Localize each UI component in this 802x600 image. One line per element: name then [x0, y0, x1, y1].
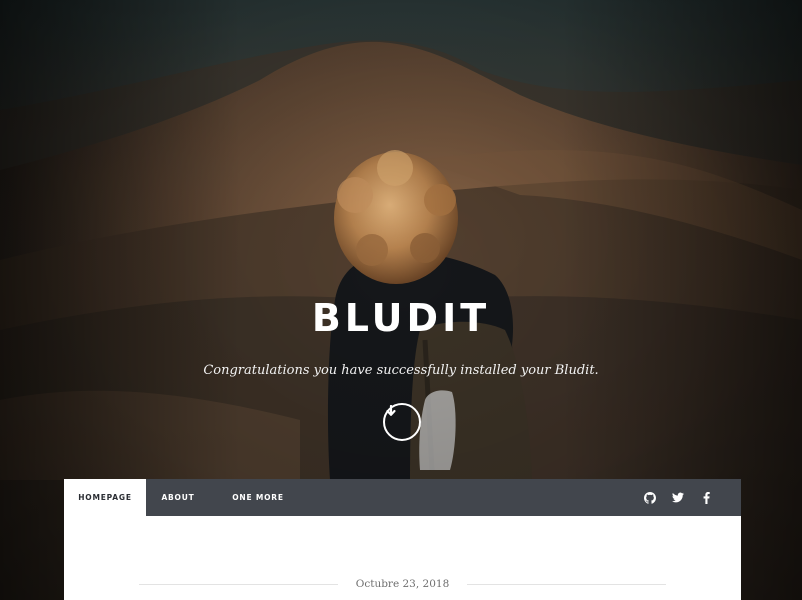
arrow-down-circle-icon: [386, 405, 396, 416]
social-links: [629, 479, 741, 516]
main-navbar: HOMEPAGE ABOUT ONE MORE: [64, 479, 741, 516]
post-date: Octubre 23, 2018: [355, 578, 450, 590]
github-link[interactable]: [643, 491, 657, 505]
post-date-row: Octubre 23, 2018: [139, 576, 666, 592]
date-divider-left: [139, 583, 338, 585]
scroll-down-button[interactable]: [383, 403, 421, 441]
date-divider-right: [467, 583, 666, 585]
facebook-link[interactable]: [699, 491, 713, 505]
twitter-icon: [672, 492, 684, 503]
tab-about[interactable]: ABOUT: [146, 479, 210, 516]
main-content: Octubre 23, 2018: [64, 516, 741, 600]
tab-homepage[interactable]: HOMEPAGE: [64, 479, 146, 516]
facebook-icon: [703, 491, 710, 504]
site-slogan: Congratulations you have successfully in…: [203, 363, 599, 378]
tab-one-more[interactable]: ONE MORE: [218, 479, 298, 516]
github-icon: [644, 491, 656, 504]
site-title[interactable]: BLUDIT: [0, 292, 802, 344]
twitter-link[interactable]: [671, 491, 685, 505]
